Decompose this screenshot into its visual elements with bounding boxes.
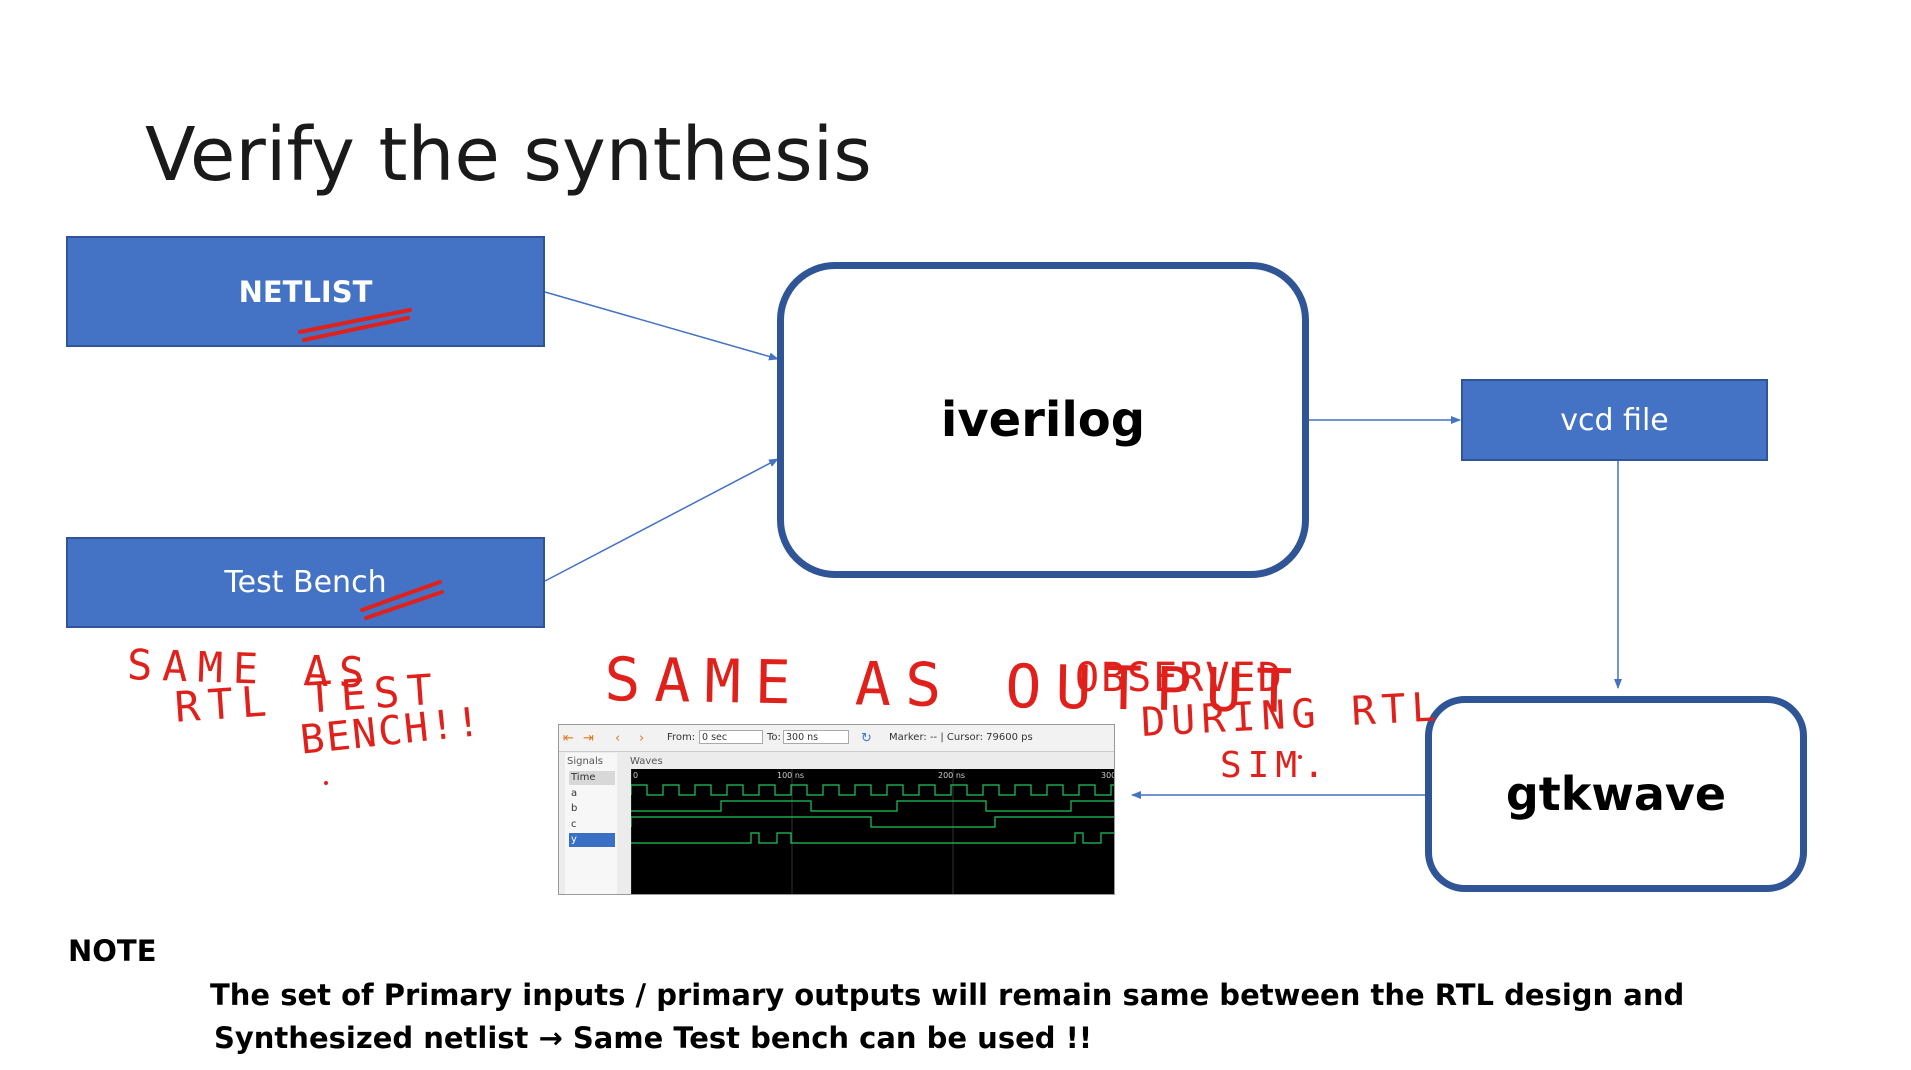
note-text-line: The set of Primary inputs / primary outp… <box>210 978 1685 1012</box>
time-tick: 100 ns <box>777 771 804 780</box>
zoom-end-icon: ⇥ <box>583 731 594 746</box>
time-tick: 0 <box>633 771 638 780</box>
note-text-line: Synthesized netlist → Same Test bench ca… <box>214 1021 1093 1055</box>
handwritten-note: SIM. <box>1220 745 1331 786</box>
from-label: From: <box>667 732 696 743</box>
waveform-traces: 0 100 ns 200 ns 300 <box>630 769 1115 894</box>
signal-a: a <box>571 788 578 799</box>
time-tick: 300 <box>1101 771 1115 780</box>
annotation-underlines <box>298 308 1302 785</box>
from-field: 0 sec <box>699 730 763 744</box>
testbench-underline <box>360 580 444 620</box>
to-field: 300 ns <box>783 730 849 744</box>
signal-b: b <box>571 803 578 814</box>
wave-a <box>630 784 1114 796</box>
reload-icon: ↻ <box>861 731 872 746</box>
signal-c: c <box>571 819 577 830</box>
chevron-left-icon: ‹ <box>615 731 621 746</box>
wave-y <box>631 832 1114 844</box>
gtkwave-toolbar: ⇤ ⇥ ‹ › From: 0 sec To: 300 ns ↻ Marker:… <box>559 725 1114 752</box>
time-tick: 200 ns <box>938 771 965 780</box>
waves-header: Waves <box>630 756 663 767</box>
note-heading: NOTE <box>68 934 157 968</box>
signals-header: Signals <box>567 756 603 767</box>
zoom-start-icon: ⇤ <box>563 731 574 746</box>
wave-c <box>630 816 1114 828</box>
to-label: To: <box>767 732 781 743</box>
annotation-dot <box>324 781 328 785</box>
signal-y: y <box>569 833 615 847</box>
marker-cursor-readout: Marker: -- | Cursor: 79600 ps <box>889 732 1033 743</box>
gtkwave-screenshot: ⇤ ⇥ ‹ › From: 0 sec To: 300 ns ↻ Marker:… <box>558 724 1115 895</box>
netlist-underline <box>298 308 412 342</box>
chevron-right-icon: › <box>639 731 645 746</box>
wave-b <box>631 800 1114 812</box>
waveform-area: 0 100 ns 200 ns 300 <box>630 769 1115 894</box>
signal-time: Time <box>569 771 615 785</box>
